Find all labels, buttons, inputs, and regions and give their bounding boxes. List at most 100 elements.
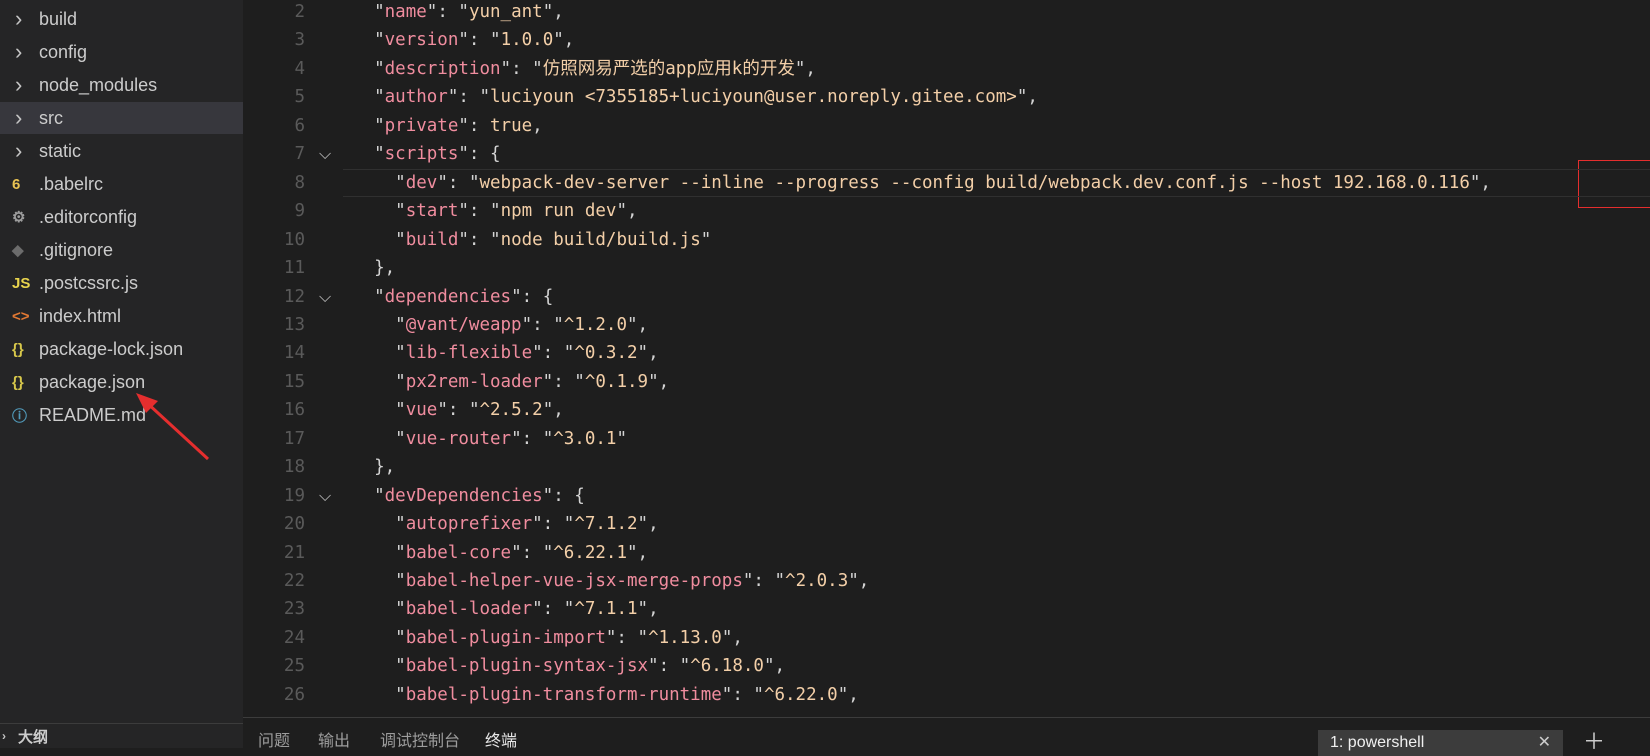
panel-tab-2[interactable]: 调试控制台 (380, 727, 460, 751)
line-number: 22 (283, 571, 305, 591)
tree-item-label: .postcssrc.js (39, 272, 139, 293)
line-number: 19 (283, 485, 305, 506)
line-number: 14 (283, 343, 305, 364)
terminal-select-dropdown[interactable]: 1: powershell ✕ (1318, 730, 1563, 756)
code-text: "version": "1.0.0", (374, 30, 575, 51)
babel-file-icon: 6 (12, 175, 21, 193)
code-line[interactable]: 22 "babel-helper-vue-jsx-merge-props": "… (243, 567, 1650, 596)
tree-item-build[interactable]: › build (0, 3, 243, 35)
code-line[interactable]: 4 "description": "仿照网易严选的app应用k的开发", (243, 55, 1650, 84)
code-line[interactable]: 14 "lib-flexible": "^0.3.2", (243, 339, 1650, 368)
code-line[interactable]: 26 "babel-plugin-transform-runtime": "^6… (243, 681, 1650, 710)
code-text: "autoprefixer": "^7.1.2", (395, 514, 659, 535)
json-file-icon: {} (12, 340, 24, 358)
code-line[interactable]: 21 "babel-core": "^6.22.1", (243, 539, 1650, 568)
code-text: "babel-core": "^6.22.1", (395, 542, 649, 563)
outline-label: 大纲 (18, 728, 49, 746)
code-line[interactable]: 6 "private": true, (243, 112, 1650, 141)
code-line[interactable]: 17 "vue-router": "^3.0.1" (243, 425, 1650, 454)
tree-item-static[interactable]: › static (0, 135, 243, 167)
plus-icon[interactable]: ＋ (1583, 724, 1605, 756)
line-number: 9 (294, 201, 305, 222)
chevron-right-icon: › (15, 138, 23, 163)
line-number: 16 (283, 400, 305, 421)
line-number: 10 (283, 229, 305, 250)
panel-tab-0[interactable]: 问题 (258, 727, 290, 751)
code-text: "babel-plugin-syntax-jsx": "^6.18.0", (395, 656, 786, 677)
line-number: 2 (294, 2, 305, 22)
line-number: 26 (283, 684, 305, 705)
tree-item-label: static (39, 140, 82, 161)
tree-item-babelrc[interactable]: 6 .babelrc (0, 168, 243, 200)
line-number: 12 (283, 286, 305, 307)
code-text: "babel-plugin-import": "^1.13.0", (395, 627, 743, 648)
info-file-icon: ⓘ (12, 407, 28, 425)
tree-item-label: config (39, 41, 88, 62)
close-icon[interactable]: ✕ (1538, 730, 1551, 756)
code-line[interactable]: 13 "@vant/weapp": "^1.2.0", (243, 311, 1650, 340)
tree-item-label: .babelrc (39, 173, 104, 194)
code-line[interactable]: 23 "babel-loader": "^7.1.1", (243, 595, 1650, 624)
tree-item-package-lock-json[interactable]: {} package-lock.json (0, 333, 243, 365)
terminal-select-label: 1: powershell (1330, 734, 1425, 751)
code-editor[interactable]: 2 "name": "yun_ant", 3 "version": "1.0.0"… (243, 0, 1650, 717)
code-line[interactable]: 10 "build": "node build/build.js" (243, 226, 1650, 255)
javascript-file-icon: JS (12, 274, 31, 292)
chevron-down-icon[interactable]: ⌵ (319, 140, 339, 169)
chevron-down-icon[interactable]: ⌵ (319, 482, 339, 511)
code-line[interactable]: 3 "version": "1.0.0", (243, 26, 1650, 55)
code-line[interactable]: 25 "babel-plugin-syntax-jsx": "^6.18.0", (243, 652, 1650, 681)
code-line[interactable]: 11 }, (243, 254, 1650, 283)
code-line[interactable]: 12 ⌵ "dependencies": { (243, 283, 1650, 312)
json-file-icon: {} (12, 373, 24, 391)
tree-item-config[interactable]: › config (0, 36, 243, 68)
tree-item-label: .gitignore (39, 239, 114, 260)
chevron-right-icon: › (15, 105, 23, 130)
code-line[interactable]: 5 "author": "luciyoun <7355185+luciyoun@… (243, 83, 1650, 112)
tree-item-package-json[interactable]: {} package.json (0, 366, 243, 398)
code-text: "@vant/weapp": "^1.2.0", (395, 314, 649, 335)
code-line[interactable]: 18 }, (243, 453, 1650, 482)
panel-tab-1[interactable]: 输出 (318, 727, 350, 751)
panel-tab-3[interactable]: 终端 (485, 727, 517, 751)
tree-item-label: README.md (39, 404, 147, 425)
code-text: }, (374, 457, 396, 478)
code-text: "vue": "^2.5.2", (395, 400, 564, 421)
code-line[interactable]: 9 "start": "npm run dev", (243, 197, 1650, 226)
chevron-right-icon: › (15, 39, 23, 64)
code-line[interactable]: 16 "vue": "^2.5.2", (243, 396, 1650, 425)
outline-section-header[interactable]: › 大纲 (0, 723, 243, 748)
tree-item-src[interactable]: › src (0, 102, 243, 134)
tree-item-gitignore[interactable]: ◆ .gitignore (0, 234, 243, 266)
code-line[interactable]: 8 "dev": "webpack-dev-server --inline --… (243, 168, 1650, 198)
line-number: 23 (283, 599, 305, 620)
gear-file-icon: ⚙ (12, 209, 26, 226)
code-text: "lib-flexible": "^0.3.2", (395, 343, 659, 364)
tree-item-label: src (39, 107, 63, 128)
code-line[interactable]: 7 ⌵ "scripts": { (243, 140, 1650, 169)
line-number: 6 (294, 115, 305, 136)
code-text: "babel-helper-vue-jsx-merge-props": "^2.… (395, 571, 870, 591)
code-line[interactable]: 15 "px2rem-loader": "^0.1.9", (243, 368, 1650, 397)
code-text: "private": true, (374, 115, 543, 136)
tree-item-readme-md[interactable]: ⓘ README.md (0, 399, 243, 431)
code-line[interactable]: 2 "name": "yun_ant", (243, 0, 1650, 27)
chevron-right-icon: › (2, 729, 6, 743)
line-number: 13 (283, 314, 305, 335)
code-text: "start": "npm run dev", (395, 201, 638, 222)
tree-item-node-modules[interactable]: › node_modules (0, 69, 243, 101)
tree-item-postcssrc-js[interactable]: JS .postcssrc.js (0, 267, 243, 299)
code-line[interactable]: 24 "babel-plugin-import": "^1.13.0", (243, 624, 1650, 653)
code-text: "babel-plugin-transform-runtime": "^6.22… (395, 684, 859, 705)
code-text: "devDependencies": { (374, 485, 585, 506)
line-number: 4 (294, 58, 305, 79)
code-line[interactable]: 19 ⌵ "devDependencies": { (243, 482, 1650, 511)
file-explorer: › build › config › node_modules › src › static 6 .b… (0, 0, 243, 723)
line-number: 21 (283, 542, 305, 563)
chevron-down-icon[interactable]: ⌵ (319, 283, 339, 312)
code-line[interactable]: 20 "autoprefixer": "^7.1.2", (243, 510, 1650, 539)
tree-item-index-html[interactable]: <> index.html (0, 300, 243, 332)
code-text: "build": "node build/build.js" (395, 229, 712, 250)
tree-item-editorconfig[interactable]: ⚙ .editorconfig (0, 201, 243, 233)
line-number: 5 (294, 87, 305, 108)
